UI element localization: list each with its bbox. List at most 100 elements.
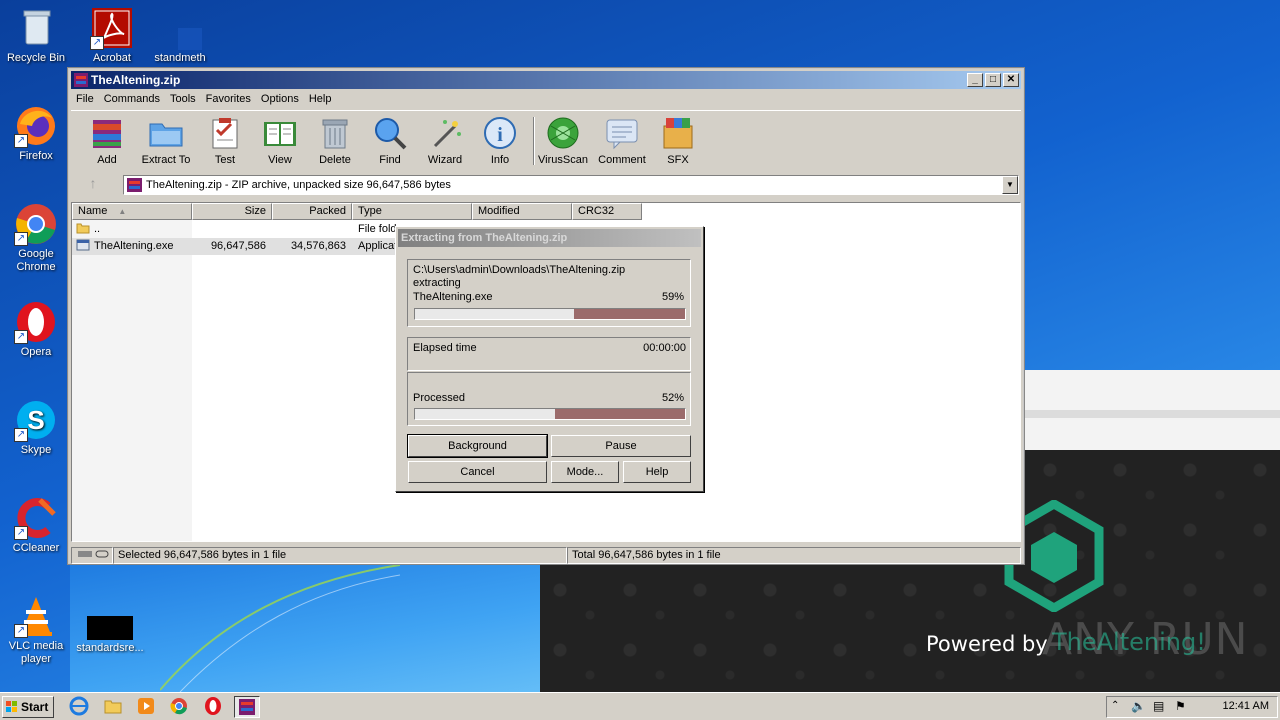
taskbar-ie-icon[interactable] (66, 696, 92, 718)
shortcut-arrow-icon: ↗ (14, 624, 28, 638)
elapsed-group: Elapsed time 00:00:00 (407, 337, 691, 371)
chrome-icon: ↗ (14, 202, 58, 246)
desktop-icon-label: Opera (20, 346, 52, 358)
up-arrow-icon[interactable]: ↑ (77, 175, 109, 195)
status-bar: Selected 96,647,586 bytes in 1 file Tota… (71, 546, 1021, 564)
close-button[interactable]: ✕ (1003, 73, 1019, 87)
row-packed: 34,576,863 (290, 240, 346, 252)
info-icon: i (482, 116, 518, 150)
opera-icon: ↗ (14, 300, 58, 344)
desktop-icon-standardsre[interactable]: standardsre... (74, 604, 146, 655)
taskbar-opera-icon[interactable] (200, 696, 226, 718)
watermark-text: TheAltening! (1052, 628, 1206, 656)
menu-bar: File Commands Tools Favorites Options Help (71, 90, 1021, 108)
toolbar-label: Add (97, 154, 117, 166)
menu-favorites[interactable]: Favorites (201, 90, 256, 108)
mode-button[interactable]: Mode... (551, 461, 619, 483)
desktop-icon-vlc[interactable]: ↗ VLC media player (0, 594, 72, 666)
toolbar-find-button[interactable]: Find (361, 116, 419, 166)
toolbar-info-button[interactable]: i Info (471, 116, 529, 166)
desktop-icon-label: Acrobat (93, 52, 131, 64)
toolbar-label: Test (214, 154, 236, 166)
acrobat-icon: ↗ (90, 6, 134, 50)
taskbar-chrome-icon[interactable] (166, 696, 192, 718)
maximize-button[interactable]: □ (985, 73, 1001, 87)
column-header-crc32[interactable]: CRC32 (572, 203, 642, 220)
toolbar-view-button[interactable]: View (251, 116, 309, 166)
desktop-icon-firefox[interactable]: ↗ Firefox (0, 104, 72, 163)
extract-action: extracting (413, 277, 461, 289)
taskbar-winrar-icon[interactable] (234, 696, 260, 718)
column-header-name[interactable]: Name ▲ (72, 203, 192, 220)
desktop-icon-standmeth[interactable]: standmeth (144, 6, 222, 65)
help-button[interactable]: Help (623, 461, 691, 483)
comment-icon (604, 116, 640, 150)
start-label: Start (21, 700, 49, 714)
action-center-flag-icon[interactable]: ⚑ (1175, 699, 1186, 713)
add-archive-icon (89, 116, 125, 150)
toolbar-delete-button[interactable]: Delete (306, 116, 364, 166)
clock[interactable]: 12:41 AM (1223, 700, 1269, 712)
table-row[interactable]: TheAltening.exe 96,647,586 34,576,863 Ap… (72, 238, 402, 255)
desktop-icon-label: Google Chrome (16, 248, 56, 273)
show-hidden-icons-icon[interactable]: ⌃ (1111, 700, 1119, 711)
desktop-icon-label: standardsre... (76, 642, 144, 654)
desktop-icon-ccleaner[interactable]: ↗ CCleaner (0, 496, 72, 555)
file-progress-bar (414, 308, 686, 320)
recycle-bin-icon (14, 6, 58, 50)
chevron-down-icon[interactable]: ▼ (1002, 176, 1018, 194)
desktop-icon-recycle-bin[interactable]: Recycle Bin (0, 6, 72, 65)
toolbar-label: VirusScan (538, 154, 588, 166)
ccleaner-icon: ↗ (14, 496, 58, 540)
elapsed-value: 00:00:00 (643, 342, 686, 354)
window-title: TheAltening.zip (91, 73, 181, 87)
row-size: 96,647,586 (210, 240, 266, 252)
desktop-icon-skype[interactable]: S ↗ Skype (0, 398, 72, 457)
start-button[interactable]: Start (2, 696, 54, 718)
toolbar-comment-button[interactable]: Comment (593, 116, 651, 166)
column-header-size[interactable]: Size (192, 203, 272, 220)
toolbar-wizard-button[interactable]: Wizard (416, 116, 474, 166)
column-header-modified[interactable]: Modified (472, 203, 572, 220)
toolbar-add-button[interactable]: Add (78, 116, 136, 166)
desktop-icon-opera[interactable]: ↗ Opera (0, 300, 72, 359)
name-column-shade (72, 220, 192, 541)
path-field[interactable]: TheAltening.zip - ZIP archive, unpacked … (123, 175, 1019, 195)
extract-file-name: TheAltening.exe (413, 291, 493, 303)
taskbar-media-player-icon[interactable] (133, 696, 159, 718)
status-selected: Selected 96,647,586 bytes in 1 file (113, 547, 567, 564)
toolbar-sfx-button[interactable]: SFX (649, 116, 707, 166)
taskbar-explorer-icon[interactable] (100, 696, 126, 718)
file-percent: 59% (661, 291, 684, 303)
network-icon[interactable]: ▤ (1153, 699, 1164, 713)
column-header-type[interactable]: Type (352, 203, 472, 220)
toolbar-extract-to-button[interactable]: Extract To (137, 116, 195, 166)
cancel-button[interactable]: Cancel (408, 461, 547, 483)
desktop-icon-google-chrome[interactable]: ↗ Google Chrome (0, 202, 72, 274)
volume-icon[interactable]: 🔈 (1131, 699, 1146, 713)
minimize-button[interactable]: _ (967, 73, 983, 87)
pause-button[interactable]: Pause (551, 435, 691, 457)
toolbar-test-button[interactable]: Test (196, 116, 254, 166)
background-button[interactable]: Background (407, 434, 548, 458)
toolbar: Add Extract To Test View Delete Find Wiz… (71, 110, 1021, 168)
toolbar-label: Extract To (141, 154, 191, 166)
menu-help[interactable]: Help (304, 90, 337, 108)
window-titlebar[interactable]: TheAltening.zip _ □ ✕ (71, 71, 1021, 89)
row-name: TheAltening.exe (94, 240, 174, 252)
menu-options[interactable]: Options (256, 90, 304, 108)
toolbar-virusscan-button[interactable]: VirusScan (534, 116, 592, 166)
menu-tools[interactable]: Tools (165, 90, 201, 108)
desktop-icon-acrobat[interactable]: ↗ Acrobat (76, 6, 148, 65)
menu-file[interactable]: File (71, 90, 99, 108)
column-header-packed[interactable]: Packed (272, 203, 352, 220)
shortcut-arrow-icon: ↗ (14, 526, 28, 540)
column-header-label: Name (78, 205, 108, 217)
dialog-title[interactable]: Extracting from TheAltening.zip (398, 229, 701, 247)
shortcut-arrow-icon: ↗ (90, 36, 104, 50)
menu-commands[interactable]: Commands (99, 90, 165, 108)
desktop-icon-label: Recycle Bin (6, 52, 66, 64)
drive-icon[interactable] (71, 547, 113, 564)
archive-path: C:\Users\admin\Downloads\TheAltening.zip (413, 264, 626, 276)
status-total: Total 96,647,586 bytes in 1 file (567, 547, 1021, 564)
